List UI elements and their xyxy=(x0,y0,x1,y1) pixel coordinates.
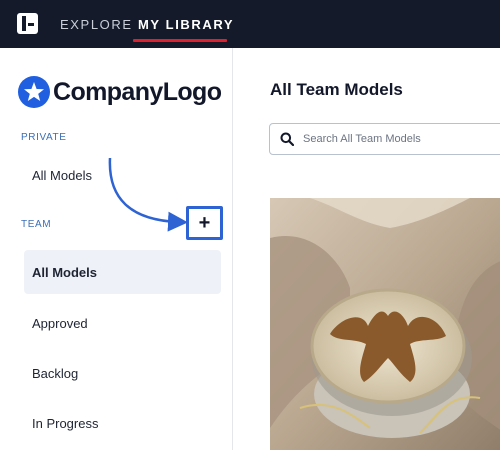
add-team-folder-button[interactable]: + xyxy=(186,206,223,240)
active-tab-indicator xyxy=(133,39,227,42)
search-box[interactable] xyxy=(269,123,500,155)
search-input[interactable] xyxy=(303,133,500,145)
company-logo[interactable]: CompanyLogo xyxy=(18,76,222,108)
section-label-private: PRIVATE xyxy=(21,132,67,143)
tab-my-library[interactable]: MY LIBRARY xyxy=(138,17,234,32)
main-content: All Team Models xyxy=(234,48,500,450)
sidebar-item-backlog[interactable]: Backlog xyxy=(24,351,221,395)
company-logo-text: CompanyLogo xyxy=(53,77,222,106)
model-card[interactable] xyxy=(270,198,500,450)
sidebar-item-approved[interactable]: Approved xyxy=(24,301,221,345)
search-icon xyxy=(280,132,294,146)
star-circle-icon xyxy=(18,76,50,108)
sidebar-item-team-all-models[interactable]: All Models xyxy=(24,250,221,294)
section-label-team: TEAM xyxy=(21,219,52,230)
tab-explore[interactable]: EXPLORE xyxy=(60,17,133,32)
app-logo-icon[interactable] xyxy=(17,13,38,34)
top-nav-bar: EXPLORE MY LIBRARY xyxy=(0,0,500,48)
model-thumbnail xyxy=(270,198,500,450)
page-title: All Team Models xyxy=(270,80,403,99)
sidebar-item-private-all-models[interactable]: All Models xyxy=(24,153,221,197)
sidebar-item-in-progress[interactable]: In Progress xyxy=(24,401,221,445)
sidebar: CompanyLogo PRIVATE All Models TEAM + Al… xyxy=(0,48,233,450)
